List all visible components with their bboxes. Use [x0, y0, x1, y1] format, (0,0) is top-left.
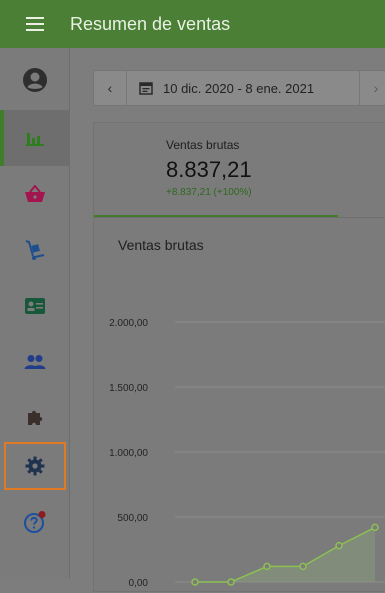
y-tick-label: 1.000,00	[109, 448, 148, 459]
sidebar	[0, 48, 70, 579]
chevron-right-icon: ›	[373, 80, 379, 96]
account-circle-icon	[23, 68, 47, 92]
chevron-left-icon: ‹	[107, 80, 113, 96]
x-tick-label: 13 dic.	[272, 589, 299, 593]
kpi-tab-gross-sales[interactable]: Ventas brutas 8.837,21 +8.837,21 (+100%)	[94, 123, 338, 217]
x-tick-label: 15 dic.	[344, 589, 371, 593]
sidebar-item-analytics[interactable]	[0, 110, 70, 166]
data-point	[371, 523, 379, 532]
chart-title: Ventas brutas	[118, 237, 204, 253]
date-range-button[interactable]: 10 dic. 2020 - 8 ene. 2021	[127, 81, 359, 96]
sales-chart: 0,00 500,00 1.000,00 1.500,00 2.000,00 10 dic…	[109, 318, 385, 593]
notification-dot	[38, 511, 46, 518]
puzzle-icon	[28, 410, 43, 425]
sidebar-item-shipping[interactable]	[0, 222, 70, 278]
sidebar-item-customers[interactable]	[0, 334, 70, 390]
menu-button[interactable]	[0, 0, 70, 48]
help-circle-icon	[24, 511, 46, 533]
sales-card: Ventas brutas 8.837,21 +8.837,21 (+100%)…	[93, 122, 385, 593]
date-range-selector: ‹ 10 dic. 2020 - 8 ene. 2021 ›	[93, 70, 385, 106]
kpi-value: 8.837,21	[166, 157, 252, 182]
data-point	[227, 578, 235, 586]
y-tick-label: 2.000,00	[109, 318, 148, 329]
sidebar-item-customers-card[interactable]	[0, 278, 70, 334]
next-period-button[interactable]: ›	[359, 70, 385, 106]
y-tick-label: 0,00	[129, 578, 149, 589]
x-tick-label: 14 dic.	[308, 589, 335, 593]
kpi-label: Ventas brutas	[166, 138, 240, 152]
gear-icon	[25, 456, 45, 476]
kpi-delta: +8.837,21 (+100%)	[166, 187, 252, 198]
sidebar-item-account[interactable]	[0, 52, 70, 108]
basket-icon	[25, 185, 45, 202]
sidebar-item-settings[interactable]	[0, 438, 70, 494]
y-tick-label: 500,00	[117, 513, 148, 524]
previous-period-button[interactable]: ‹	[94, 70, 127, 106]
x-tick-label: 10 dic.	[164, 589, 191, 593]
app-bar: Resumen de ventas	[0, 0, 385, 48]
bar-chart-icon	[26, 133, 44, 146]
data-point	[191, 578, 199, 586]
date-range-label: 10 dic. 2020 - 8 ene. 2021	[163, 80, 315, 96]
x-tick-label: 11 dic.	[200, 589, 226, 593]
main-content: ‹ 10 dic. 2020 - 8 ene. 2021 › Ventas br…	[70, 48, 385, 593]
sidebar-item-help[interactable]	[0, 494, 70, 550]
y-tick-label: 1.500,00	[109, 383, 148, 394]
data-point	[335, 541, 343, 550]
hand-truck-icon	[25, 240, 45, 260]
series-area	[195, 527, 375, 582]
data-point	[263, 562, 271, 571]
menu-icon	[26, 17, 44, 31]
page-title: Resumen de ventas	[70, 13, 231, 34]
calendar-icon	[139, 82, 153, 95]
people-icon	[24, 355, 46, 369]
card-divider	[94, 217, 385, 218]
sidebar-item-orders[interactable]	[0, 166, 70, 222]
id-card-icon	[25, 298, 45, 314]
x-tick-label: 12 dic.	[236, 589, 263, 593]
data-point	[299, 562, 307, 571]
